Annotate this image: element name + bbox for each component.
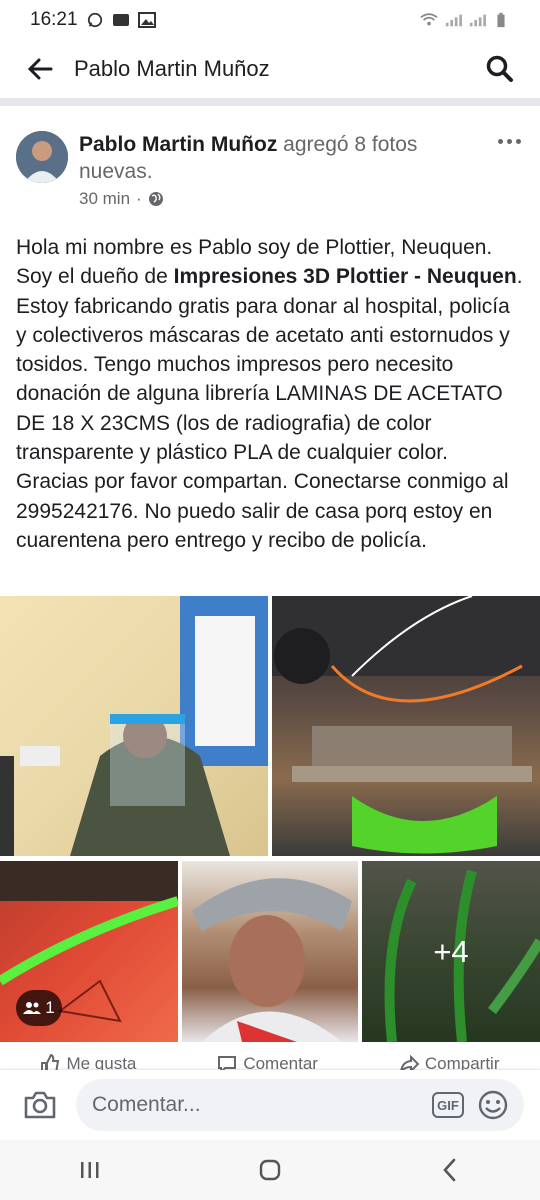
comment-input[interactable]: Comentar... GIF [76, 1079, 524, 1131]
author-line: Pablo Martin Muñoz agregó 8 fotos nuevas… [79, 131, 459, 185]
post-meta: 30 min · [79, 189, 164, 209]
back-nav-button[interactable] [420, 1145, 480, 1195]
photo-2-image [272, 596, 540, 854]
system-nav-bar [0, 1140, 540, 1200]
post-header: Pablo Martin Muñoz agregó 8 fotos nuevas… [16, 125, 526, 215]
post-time[interactable]: 30 min [79, 189, 130, 209]
author-name[interactable]: Pablo Martin Muñoz [79, 133, 277, 156]
more-photos-count[interactable]: +4 [362, 861, 540, 1042]
comment-placeholder: Comentar... [92, 1093, 201, 1116]
image-icon [137, 12, 156, 28]
photo-3[interactable]: 1 [0, 861, 178, 1042]
camera-icon [24, 1091, 56, 1119]
voicemail-icon [112, 14, 129, 26]
post-text: Hola mi nombre es Pablo soy de Plottier,… [16, 233, 526, 555]
battery-icon [497, 12, 505, 28]
status-bar: 16:21 [0, 0, 540, 40]
signal-icon-2 [469, 14, 486, 27]
home-icon [259, 1159, 281, 1181]
comment-label: Comentar [243, 1054, 318, 1070]
share-icon [400, 1054, 419, 1070]
tag-count: 1 [45, 998, 55, 1017]
recent-apps-icon [81, 1162, 99, 1178]
photo-4-image [192, 878, 352, 1042]
photo-5[interactable]: +4 [362, 861, 540, 1042]
photo-1[interactable] [0, 596, 268, 856]
comment-icon [218, 1056, 237, 1070]
photo-4[interactable] [182, 861, 358, 1042]
post-text-part2: . Estoy fabricando gratis para donar al … [16, 265, 523, 552]
status-time: 16:21 [30, 9, 78, 30]
post-actions: Me gusta Comentar Compartir [0, 1048, 540, 1070]
page-title: Pablo Martin Muñoz [74, 56, 270, 81]
like-label: Me gusta [66, 1054, 137, 1070]
arrow-back-icon [27, 58, 53, 80]
chevron-left-icon [443, 1158, 456, 1182]
back-button[interactable] [20, 49, 60, 89]
photo-grid: 1 +4 [0, 596, 540, 1042]
comment-button[interactable]: Comentar [217, 1048, 318, 1070]
gif-button[interactable]: GIF [432, 1092, 464, 1118]
comment-bar: Comentar... GIF [0, 1070, 540, 1140]
emoji-icon[interactable] [478, 1090, 508, 1120]
people-icon [23, 1002, 42, 1014]
post-text-bold[interactable]: Impresiones 3D Plottier - Neuquen [174, 265, 517, 288]
photo-1-image [0, 596, 268, 856]
top-bar: Pablo Martin Muñoz [0, 40, 540, 106]
wifi-icon [420, 13, 438, 26]
share-button[interactable]: Compartir [399, 1048, 500, 1070]
home-button[interactable] [240, 1145, 300, 1195]
photo-2[interactable] [272, 596, 540, 856]
more-options-button[interactable] [492, 131, 526, 151]
recent-apps-button[interactable] [60, 1145, 120, 1195]
whatsapp-icon [87, 12, 102, 28]
like-icon [41, 1054, 60, 1070]
search-icon [486, 55, 513, 82]
tagged-people-badge[interactable]: 1 [16, 990, 62, 1026]
camera-button[interactable] [16, 1081, 64, 1129]
like-button[interactable]: Me gusta [40, 1048, 136, 1070]
avatar[interactable] [16, 131, 68, 183]
share-label: Compartir [424, 1054, 500, 1070]
search-button[interactable] [480, 49, 520, 89]
avatar-image [16, 131, 68, 183]
globe-icon [148, 192, 163, 206]
signal-icon [445, 14, 462, 27]
